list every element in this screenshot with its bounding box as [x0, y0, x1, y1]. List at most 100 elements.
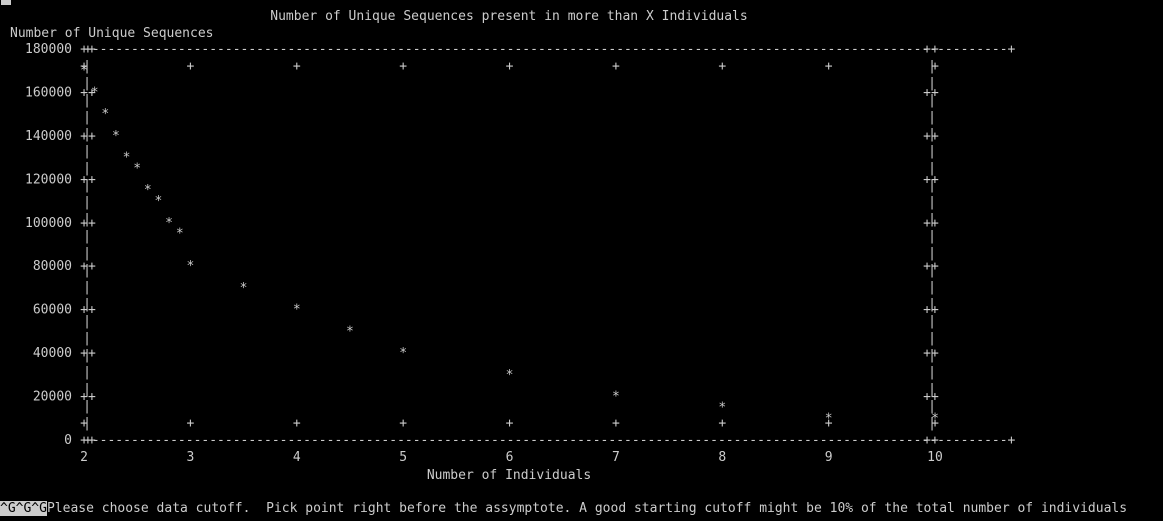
frame-right-edge: | — [928, 280, 936, 295]
frame-left-edge: | — [83, 365, 91, 380]
frame-bottom: +---------------------------------------… — [84, 433, 1016, 448]
data-point: * — [931, 411, 939, 426]
y-tick-mark-left: ++ — [80, 259, 96, 274]
y-tick-label: 120000 — [25, 172, 72, 187]
data-point: * — [155, 194, 163, 209]
chart-title: Number of Unique Sequences present in mo… — [270, 9, 747, 24]
y-tick-label: 40000 — [33, 346, 72, 361]
control-char-echo: ^G^G^G — [0, 501, 47, 516]
x-tick-label: 6 — [506, 450, 514, 465]
frame-top: +---------------------------------------… — [84, 42, 1016, 57]
frame-left-edge: | — [83, 331, 91, 346]
y-tick-label: 140000 — [25, 129, 72, 144]
y-axis-label: Number of Unique Sequences — [10, 26, 214, 41]
x-tick-mark-bottom: + — [80, 416, 88, 431]
x-tick-mark-bottom: + — [186, 416, 194, 431]
frame-right-edge: | — [928, 365, 936, 380]
data-point: * — [506, 368, 514, 383]
data-point: * — [80, 64, 88, 79]
x-tick-mark-bottom: + — [506, 416, 514, 431]
data-point: * — [91, 85, 99, 100]
data-point: * — [144, 183, 152, 198]
frame-left-edge: | — [83, 110, 91, 125]
y-tick-mark-left: ++ — [80, 303, 96, 318]
data-point: * — [101, 107, 109, 122]
data-point: * — [612, 390, 620, 405]
plot-frame: +---------------------------------------… — [83, 42, 1015, 448]
data-point: * — [240, 281, 248, 296]
frame-right-edge: | — [928, 144, 936, 159]
frame-right-edge: | — [928, 110, 936, 125]
y-tick-mark-left: ++ — [80, 433, 96, 448]
y-tick-mark-left: ++ — [80, 216, 96, 231]
x-tick-label: 2 — [80, 450, 88, 465]
y-tick-mark-left: ++ — [80, 390, 96, 405]
y-tick-mark-left: ++ — [80, 172, 96, 187]
data-point: * — [186, 259, 194, 274]
y-tick-label: 80000 — [33, 259, 72, 274]
y-tick-mark-right: ++ — [923, 216, 939, 231]
frame-left-edge: | — [83, 195, 91, 210]
x-tick-label: 8 — [718, 450, 726, 465]
data-point: * — [165, 216, 173, 231]
x-tick-mark-top: + — [825, 59, 833, 74]
x-axis-label: Number of Individuals — [427, 468, 591, 483]
x-tick-label: 4 — [293, 450, 301, 465]
x-tick-label: 7 — [612, 450, 620, 465]
x-tick-label: 10 — [927, 450, 943, 465]
frame-right-edge: | — [928, 229, 936, 244]
x-tick-mark-top: + — [612, 59, 620, 74]
y-tick-label: 100000 — [25, 216, 72, 231]
data-point: * — [123, 151, 131, 166]
frame-right-edge: | — [928, 195, 936, 210]
y-tick-mark-right: ++ — [923, 172, 939, 187]
terminal-window[interactable]: Number of Unique Sequences present in mo… — [0, 0, 1163, 521]
data-point: * — [293, 303, 301, 318]
y-tick-label: 180000 — [25, 42, 72, 57]
y-tick-mark-left: ++ — [80, 346, 96, 361]
y-tick-mark-right: ++ — [923, 85, 939, 100]
x-tick-label: 5 — [399, 450, 407, 465]
frame-left-edge: | — [83, 229, 91, 244]
y-tick-mark-right: ++ — [923, 42, 939, 57]
x-tick-mark-bottom: + — [399, 416, 407, 431]
prompt-line: ^G^G^GPlease choose data cutoff. Pick po… — [0, 500, 1127, 517]
data-point: * — [112, 129, 120, 144]
y-tick-mark-right: ++ — [923, 259, 939, 274]
ascii-plot: Number of Unique Sequences present in mo… — [10, 9, 1016, 483]
y-tick-label: 60000 — [33, 303, 72, 318]
x-tick-mark-top: + — [931, 59, 939, 74]
x-tick-label: 3 — [186, 450, 194, 465]
y-tick-mark-right: ++ — [923, 433, 939, 448]
x-tick-label: 9 — [825, 450, 833, 465]
y-tick-mark-right: ++ — [923, 303, 939, 318]
x-tick-mark-top: + — [293, 59, 301, 74]
y-axis-ticks: 0 ++ ++20000 ++ ++40000 ++ ++60000 ++ ++80000 ++ +… — [25, 42, 939, 448]
data-point: * — [399, 346, 407, 361]
x-tick-mark-top: + — [399, 59, 407, 74]
x-tick-mark-top: + — [186, 59, 194, 74]
x-tick-mark-bottom: + — [293, 416, 301, 431]
x-tick-mark-bottom: + — [718, 416, 726, 431]
x-tick-mark-top: + — [506, 59, 514, 74]
data-point: * — [133, 161, 141, 176]
data-point: * — [825, 411, 833, 426]
y-tick-mark-left: ++ — [80, 42, 96, 57]
prompt-message: Please choose data cutoff. Pick point ri… — [46, 501, 1128, 516]
data-point: * — [718, 400, 726, 415]
y-tick-mark-right: ++ — [923, 390, 939, 405]
y-tick-mark-right: ++ — [923, 129, 939, 144]
frame-left-edge: | — [83, 280, 91, 295]
x-tick-mark-bottom: + — [612, 416, 620, 431]
data-point: * — [176, 227, 184, 242]
x-tick-mark-top: + — [718, 59, 726, 74]
data-series: ******************* * — [80, 64, 939, 427]
y-tick-label: 160000 — [25, 85, 72, 100]
frame-left-edge: | — [83, 144, 91, 159]
data-point: * — [346, 324, 354, 339]
x-axis-ticks: 2++3++4++5++6++7++8++9++10++ — [80, 59, 943, 465]
y-tick-label: 20000 — [33, 390, 72, 405]
y-tick-label: 0 — [64, 433, 72, 448]
y-tick-mark-left: ++ — [80, 129, 96, 144]
frame-right-edge: | — [928, 331, 936, 346]
